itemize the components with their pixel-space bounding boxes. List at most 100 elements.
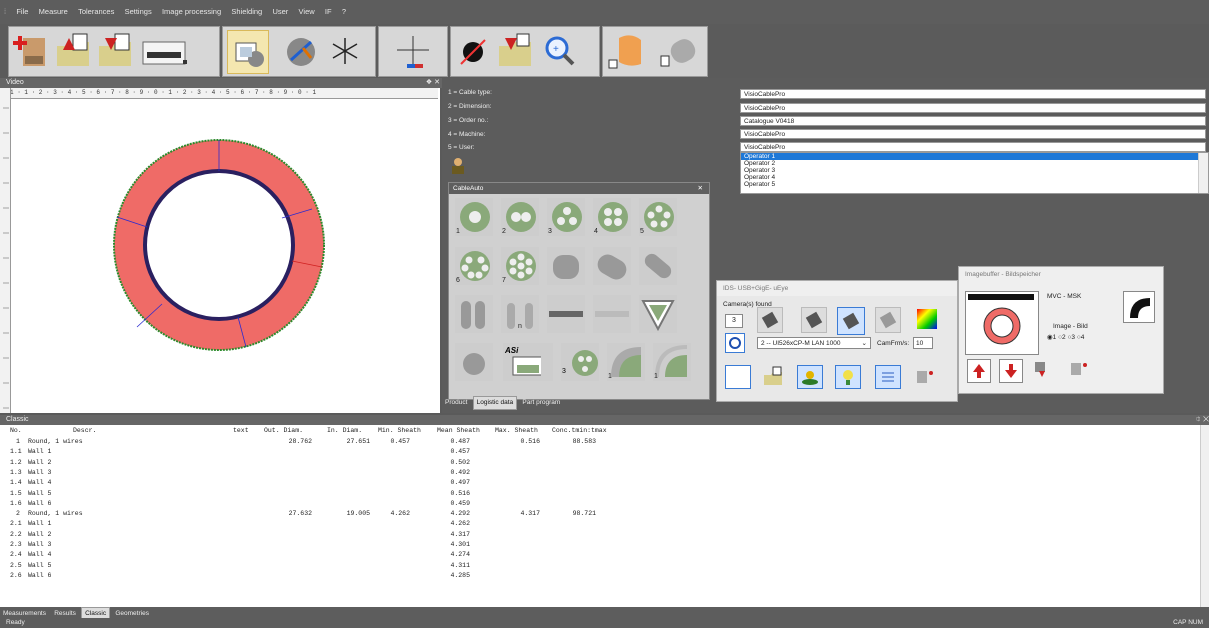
ids-xy-button[interactable]: [913, 365, 937, 387]
cable-type-3-button[interactable]: 3: [547, 198, 585, 236]
ids-list-button[interactable]: [875, 365, 901, 389]
header-out-diam[interactable]: Out. Diam.: [264, 425, 303, 436]
cable-type-4-button[interactable]: 4: [593, 198, 631, 236]
machine-field[interactable]: VisioCablePro: [740, 129, 1206, 139]
cable-type-field[interactable]: VisioCablePro: [740, 89, 1206, 99]
flat-cable-button[interactable]: [547, 247, 585, 285]
header-min-sheath[interactable]: Min. Sheath: [378, 425, 421, 436]
menu-shielding[interactable]: Shielding: [227, 0, 266, 24]
operator-list[interactable]: Operator 1 Operator 2 Operator 3 Operato…: [740, 152, 1209, 194]
camera-power-button[interactable]: [725, 333, 745, 353]
menu-view[interactable]: View: [295, 0, 319, 24]
header-max-sheath[interactable]: Max. Sheath: [495, 425, 538, 436]
cable-type-2-button[interactable]: 2: [501, 198, 539, 236]
ids-light-button[interactable]: [797, 365, 823, 389]
tube-profile-button[interactable]: [455, 343, 493, 381]
open-file-button[interactable]: [53, 30, 93, 72]
table-scrollbar[interactable]: [1200, 425, 1209, 607]
ring-profile-button[interactable]: 1: [653, 343, 691, 381]
cable-label: 5: [640, 228, 644, 235]
import-button[interactable]: [495, 30, 535, 72]
operator-item[interactable]: Operator 1: [741, 153, 1208, 160]
cable-type-1-button[interactable]: 1: [455, 198, 493, 236]
menu-settings[interactable]: Settings: [121, 0, 156, 24]
menu-file[interactable]: File: [12, 0, 32, 24]
header-text[interactable]: text: [233, 425, 249, 436]
ids-bulb-button[interactable]: [835, 365, 861, 389]
imagebuffer-preview[interactable]: [965, 291, 1039, 355]
camera-m-button[interactable]: [837, 307, 865, 335]
pin-close-icon[interactable]: ⯐ ✕: [1196, 415, 1209, 425]
menu-user[interactable]: User: [268, 0, 292, 24]
cable-type-6-button[interactable]: 6: [455, 247, 493, 285]
shielding-button[interactable]: [607, 30, 647, 72]
twin-cable-button[interactable]: [639, 247, 677, 285]
arc-shape-button[interactable]: [1123, 291, 1155, 323]
cable-cross-section-view[interactable]: [10, 99, 440, 413]
camera-select[interactable]: 2 -- UI526xCP-M LAN 1000 ⌄: [757, 337, 871, 349]
diameter-button[interactable]: [453, 30, 493, 72]
export-button[interactable]: [139, 30, 191, 72]
camera-ex-button[interactable]: [875, 307, 901, 333]
camera-measure-button[interactable]: [227, 30, 269, 74]
operator-item[interactable]: Operator 3: [741, 167, 1208, 174]
ribbon-cable-button[interactable]: [547, 295, 585, 333]
operator-item[interactable]: Operator 2: [741, 160, 1208, 167]
menu-measure[interactable]: Measure: [35, 0, 72, 24]
buffer-down-button[interactable]: [999, 359, 1023, 383]
cable-type-7-button[interactable]: 7: [501, 247, 539, 285]
new-fmk-button[interactable]: [11, 30, 51, 72]
operator-item[interactable]: Operator 4: [741, 174, 1208, 181]
tab-logistic-data[interactable]: Logistic data: [472, 396, 518, 410]
cable-label: n: [518, 323, 522, 330]
menu-if[interactable]: IF: [321, 0, 336, 24]
camera-l-button[interactable]: [757, 307, 783, 333]
double-wire-button[interactable]: [455, 295, 493, 333]
menu-help[interactable]: ?: [338, 0, 350, 24]
header-in-diam[interactable]: In. Diam.: [327, 425, 362, 436]
dimension-field[interactable]: VisioCablePro: [740, 103, 1206, 113]
camera-s-button[interactable]: [801, 307, 827, 333]
header-no[interactable]: No.: [10, 425, 22, 436]
video-pin-close[interactable]: ❖ ✕: [426, 78, 440, 88]
calibrate-button[interactable]: [281, 30, 321, 72]
zoom-button[interactable]: +: [539, 30, 579, 72]
arrow-up-icon: [973, 364, 985, 378]
oval-cable-button[interactable]: [593, 247, 631, 285]
user-icon[interactable]: [450, 156, 466, 174]
buffer-xy-button[interactable]: [1067, 359, 1089, 381]
menu-tolerances[interactable]: Tolerances: [74, 0, 118, 24]
cable-type-5-button[interactable]: 5: [639, 198, 677, 236]
tab-part-program[interactable]: Part program: [519, 397, 563, 409]
tab-product[interactable]: Product: [442, 397, 470, 409]
triangle-profile-button[interactable]: [639, 295, 677, 333]
axis-button[interactable]: [393, 30, 433, 72]
asi-profile-button[interactable]: ASi: [503, 343, 553, 381]
ids-import-button[interactable]: [761, 365, 785, 387]
buffer-load-button[interactable]: [1031, 359, 1053, 381]
buffer-up-button[interactable]: [967, 359, 991, 383]
user-field[interactable]: VisioCablePro: [740, 142, 1206, 152]
cable-6-core-icon: [460, 251, 490, 281]
cableauto-close-button[interactable]: ✕: [698, 183, 703, 194]
n-wire-button[interactable]: n: [501, 295, 539, 333]
wire-button[interactable]: [659, 30, 699, 72]
ids-tool-1-button[interactable]: [725, 365, 751, 389]
order-no-field[interactable]: Catalogue V0418: [740, 116, 1206, 126]
label-user: 5 = User:: [448, 144, 475, 151]
save-file-button[interactable]: [95, 30, 135, 72]
arc-profile-button[interactable]: 1: [607, 343, 645, 381]
header-descr[interactable]: Descr.: [73, 425, 96, 436]
header-mean-sheath[interactable]: Mean Sheath: [437, 425, 480, 436]
folder-import-icon: [499, 33, 531, 66]
color-settings-button[interactable]: [915, 307, 939, 331]
crosshair-button[interactable]: [325, 30, 365, 72]
header-conc[interactable]: Conc.tmin:tmax: [552, 425, 607, 436]
table-row[interactable]: 2.6 Wall 6 4.285: [0, 570, 1200, 581]
operator-item[interactable]: Operator 5: [741, 181, 1208, 188]
menu-image-processing[interactable]: Image processing: [158, 0, 225, 24]
camfrm-input[interactable]: 10: [913, 337, 933, 349]
operator-list-scrollbar[interactable]: [1198, 153, 1208, 193]
chain-cable-button[interactable]: [593, 295, 631, 333]
stack-cable-button[interactable]: 3: [561, 343, 599, 381]
